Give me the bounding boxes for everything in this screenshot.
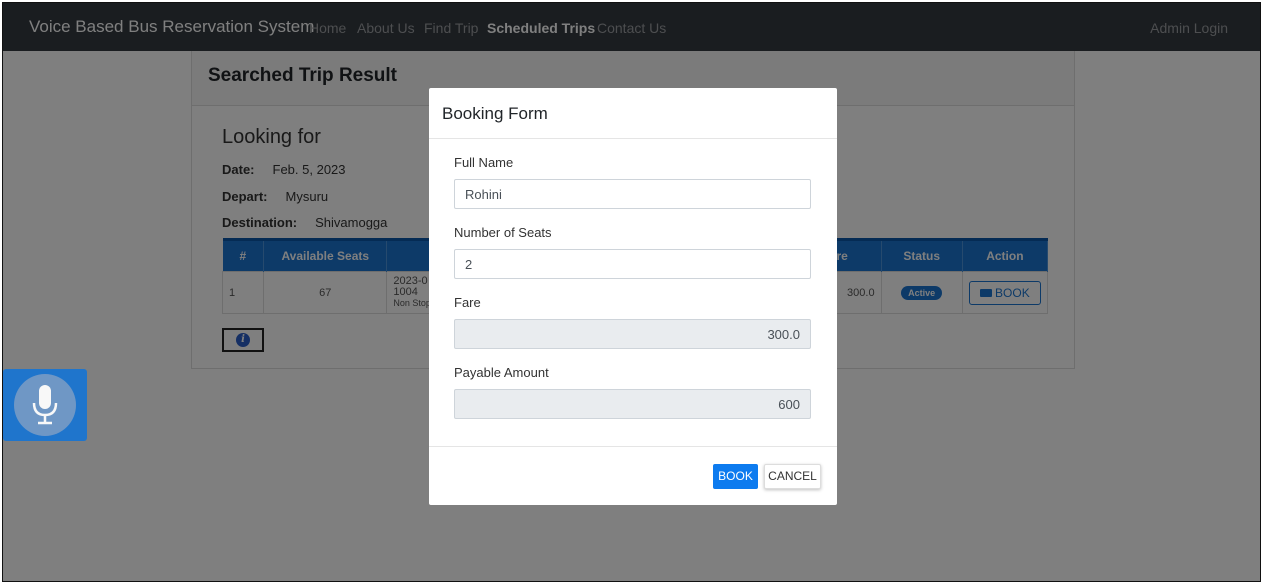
voice-mic-button[interactable] <box>3 369 87 441</box>
booking-modal: Booking Form Full Name Rohini Number of … <box>429 88 837 505</box>
cancel-button[interactable]: CANCEL <box>764 464 821 489</box>
modal-title: Booking Form <box>442 104 548 123</box>
seats-label: Number of Seats <box>454 225 552 240</box>
modal-header: Booking Form <box>429 88 837 139</box>
seats-input[interactable]: 2 <box>454 249 811 279</box>
modal-footer: BOOK CANCEL <box>429 446 837 505</box>
fare-label: Fare <box>454 295 481 310</box>
book-button[interactable]: BOOK <box>713 464 758 489</box>
full-name-input[interactable]: Rohini <box>454 179 811 209</box>
browser-viewport: Voice Based Bus Reservation System Home … <box>2 2 1261 582</box>
payable-amount-label: Payable Amount <box>454 365 549 380</box>
full-name-label: Full Name <box>454 155 514 170</box>
microphone-icon <box>14 374 76 436</box>
payable-amount-field: 600 <box>454 389 811 419</box>
fare-field: 300.0 <box>454 319 811 349</box>
